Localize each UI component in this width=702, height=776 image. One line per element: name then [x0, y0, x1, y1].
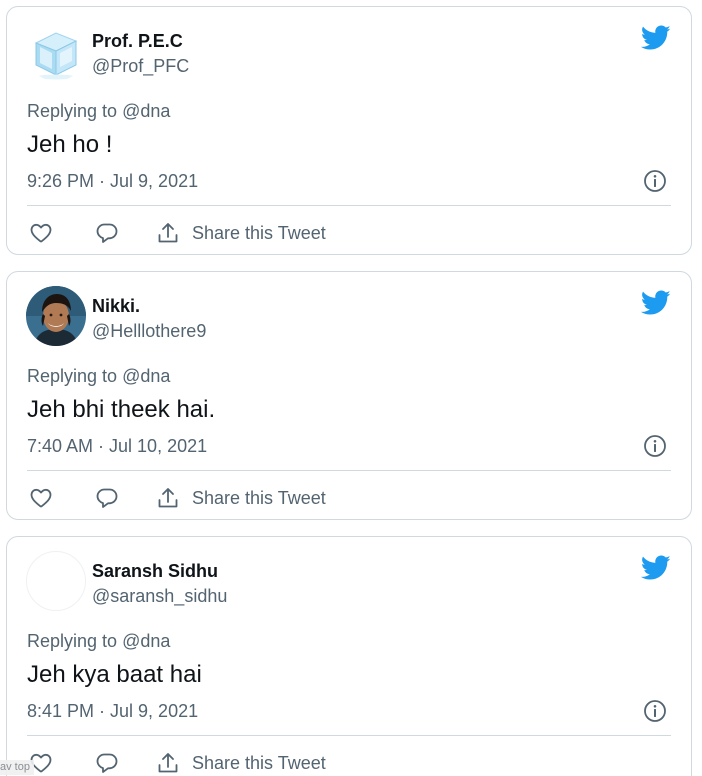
like-button[interactable]: [29, 221, 53, 245]
share-upload-icon: [158, 488, 178, 508]
user-handle[interactable]: @Helllothere9: [92, 321, 206, 342]
share-label: Share this Tweet: [192, 487, 326, 508]
reply-button[interactable]: [95, 751, 119, 775]
tweet-card[interactable]: Nikki. @Helllothere9 Replying to @dna Je…: [6, 271, 692, 520]
user-handle[interactable]: @Prof_PFC: [92, 56, 189, 77]
reply-bubble-icon: [96, 488, 118, 508]
divider: [27, 470, 671, 471]
replying-to-line: Replying to @dna: [27, 101, 170, 122]
like-button[interactable]: [29, 486, 53, 510]
info-icon[interactable]: [643, 699, 667, 723]
share-label: Share this Tweet: [192, 222, 326, 243]
reply-button[interactable]: [95, 486, 119, 510]
person-photo-avatar-image: [26, 286, 86, 346]
replying-to-line: Replying to @dna: [27, 366, 170, 387]
twitter-bird-icon[interactable]: [641, 290, 671, 316]
avatar[interactable]: [26, 21, 86, 81]
replying-mention-link[interactable]: @dna: [122, 101, 170, 121]
tweet-actions: Share this Tweet: [27, 749, 326, 776]
replying-mention-link[interactable]: @dna: [122, 631, 170, 651]
replying-prefix: Replying to: [27, 101, 118, 121]
display-name[interactable]: Saransh Sidhu: [92, 561, 218, 582]
display-name[interactable]: Prof. P.E.C: [92, 31, 183, 52]
reply-button[interactable]: [95, 221, 119, 245]
tweet-card[interactable]: Saransh Sidhu @saransh_sidhu Replying to…: [6, 536, 692, 776]
share-button[interactable]: Share this Tweet: [156, 751, 326, 775]
share-upload-icon: [158, 753, 178, 773]
share-button[interactable]: Share this Tweet: [156, 221, 326, 245]
tweet-embeds-page: Prof. P.E.C @Prof_PFC Replying to @dna J…: [0, 0, 702, 776]
twitter-bird-icon[interactable]: [641, 25, 671, 51]
tweet-text: Jeh ho !: [27, 131, 113, 158]
replying-prefix: Replying to: [27, 631, 118, 651]
corner-overlay-text: av top: [0, 760, 34, 775]
twitter-bird-icon[interactable]: [641, 555, 671, 581]
share-label: Share this Tweet: [192, 752, 326, 773]
replying-to-line: Replying to @dna: [27, 631, 170, 652]
tweet-actions: Share this Tweet: [27, 484, 326, 512]
tweet-actions: Share this Tweet: [27, 219, 326, 247]
ice-cube-avatar-image: [26, 21, 86, 81]
reply-bubble-icon: [96, 223, 118, 243]
tweet-card[interactable]: Prof. P.E.C @Prof_PFC Replying to @dna J…: [6, 6, 692, 255]
replying-mention-link[interactable]: @dna: [122, 366, 170, 386]
reply-bubble-icon: [96, 753, 118, 773]
divider: [27, 735, 671, 736]
divider: [27, 205, 671, 206]
tweet-text: Jeh kya baat hai: [27, 661, 202, 688]
display-name[interactable]: Nikki.: [92, 296, 140, 317]
heart-icon: [30, 488, 52, 508]
info-icon[interactable]: [643, 169, 667, 193]
heart-icon: [30, 223, 52, 243]
user-handle[interactable]: @saransh_sidhu: [92, 586, 227, 607]
tweet-timestamp[interactable]: 9:26 PM · Jul 9, 2021: [27, 171, 198, 192]
avatar[interactable]: [26, 551, 86, 611]
tweet-timestamp[interactable]: 8:41 PM · Jul 9, 2021: [27, 701, 198, 722]
tweet-timestamp[interactable]: 7:40 AM · Jul 10, 2021: [27, 436, 207, 457]
tweet-text: Jeh bhi theek hai.: [27, 396, 216, 423]
avatar[interactable]: [26, 286, 86, 346]
replying-prefix: Replying to: [27, 366, 118, 386]
share-upload-icon: [158, 223, 178, 243]
info-icon[interactable]: [643, 434, 667, 458]
share-button[interactable]: Share this Tweet: [156, 486, 326, 510]
